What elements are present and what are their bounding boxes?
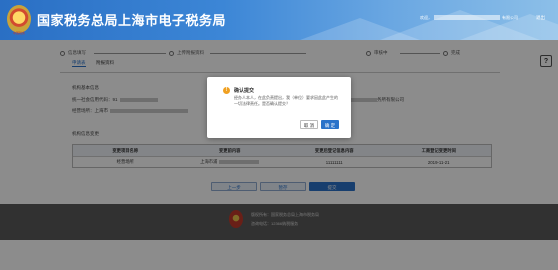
confirm-button[interactable]: 确 定 (321, 120, 339, 129)
company-suffix: 有限公司 (502, 15, 518, 20)
confirm-dialog: ! 确认提交 经办人本人，在此负责提出，我（单位）要求因此此产生的一切法律责任。… (207, 77, 351, 138)
emblem-label: 中国税务 (12, 31, 25, 35)
main-content: 信息填写 上传附报资料 审核中 完成 申请表 附报资料 ? 机构基本信息 统一社… (0, 40, 558, 270)
logout-link[interactable]: 退出 (536, 15, 545, 21)
cancel-button[interactable]: 取 消 (300, 120, 318, 129)
user-greeting: 欢迎， (420, 15, 432, 20)
warning-icon: ! (223, 87, 230, 94)
user-info: 欢迎， 有限公司 (420, 15, 518, 21)
tax-emblem-icon (7, 5, 31, 33)
modal-backdrop[interactable] (0, 40, 558, 270)
redacted-company (434, 15, 500, 21)
site-header: 中国税务 国家税务总局上海市电子税务局 欢迎， 有限公司 退出 (0, 0, 558, 40)
site-title: 国家税务总局上海市电子税务局 (37, 13, 227, 28)
dialog-message: 经办人本人，在此负责提出，我（单位）要求因此此产生的一切法律责任。是否确认提交？ (234, 95, 338, 106)
dialog-title: 确认提交 (234, 88, 255, 94)
